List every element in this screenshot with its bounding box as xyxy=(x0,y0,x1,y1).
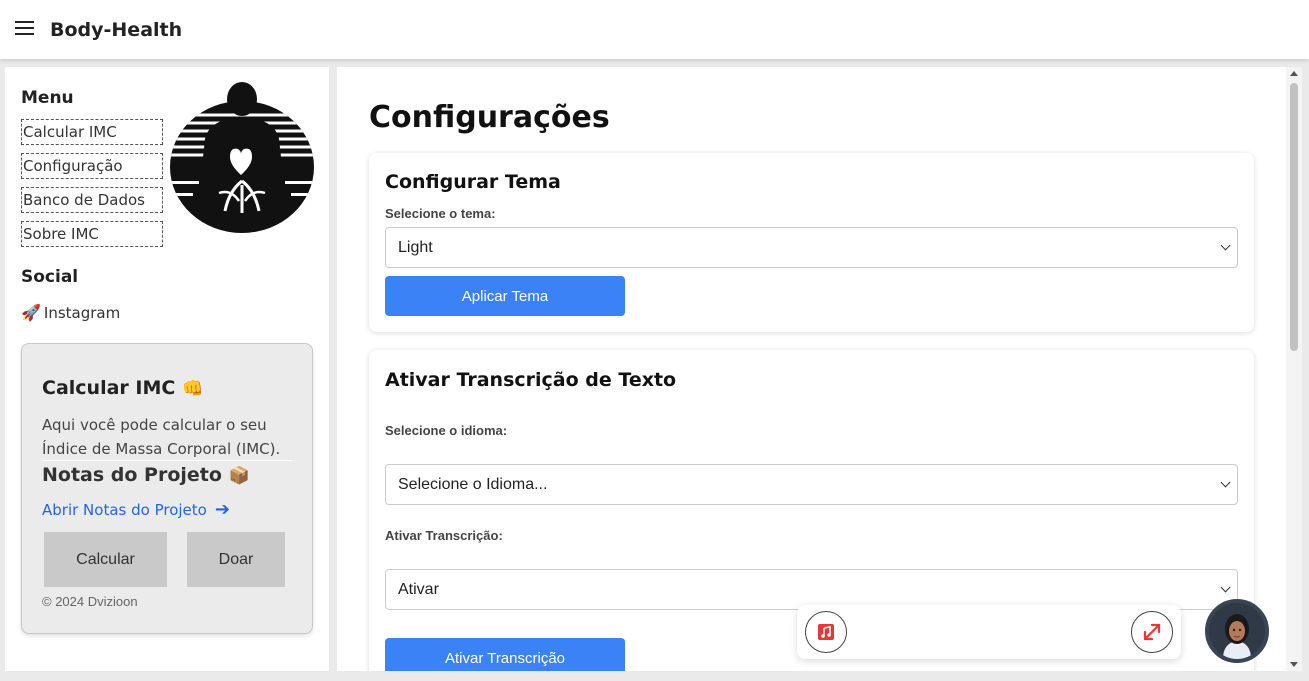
music-button[interactable] xyxy=(805,611,847,653)
open-notes-label: Abrir Notas do Projeto xyxy=(42,500,207,519)
chevron-down-icon xyxy=(1220,477,1231,488)
chevron-down-icon xyxy=(1220,582,1231,593)
main-scrollbar[interactable] xyxy=(1286,67,1302,671)
imc-info-card: Calcular IMC 👊 Aqui você pode calcular o… xyxy=(21,343,313,634)
activate-select-value: Ativar xyxy=(398,581,439,598)
calcular-button[interactable]: Calcular xyxy=(44,532,167,587)
transcription-panel-title: Ativar Transcrição de Texto xyxy=(385,369,677,391)
apply-theme-button[interactable]: Aplicar Tema xyxy=(385,276,625,316)
open-notes-link[interactable]: Abrir Notas do Projeto ➔ xyxy=(42,499,230,520)
scrollbar-thumb[interactable] xyxy=(1290,83,1298,351)
activate-select[interactable]: Ativar xyxy=(385,569,1238,610)
fist-icon: 👊 xyxy=(181,379,204,399)
page-title: Configurações xyxy=(369,100,610,135)
package-icon: 📦 xyxy=(228,466,250,486)
language-select-value: Selecione o Idioma... xyxy=(398,476,548,493)
card-title-text: Calcular IMC xyxy=(42,377,176,399)
sidebar-item-banco-de-dados[interactable]: Banco de Dados xyxy=(21,187,163,213)
theme-select[interactable]: Light xyxy=(385,227,1238,268)
brand-title: Body-Health xyxy=(50,19,183,41)
social-title: Social xyxy=(21,267,79,287)
scroll-up-icon[interactable] xyxy=(1290,71,1298,76)
theme-panel: Configurar Tema Selecione o tema: Light … xyxy=(369,153,1254,332)
floating-toolbar xyxy=(797,605,1181,659)
assistant-avatar-icon[interactable] xyxy=(1205,599,1269,663)
expand-arrows-icon xyxy=(1143,623,1161,641)
arrow-right-icon: ➔ xyxy=(214,499,230,520)
card-divider xyxy=(42,460,292,461)
instagram-link[interactable]: 🚀 Instagram xyxy=(21,303,120,322)
theme-panel-title: Configurar Tema xyxy=(385,171,561,193)
activate-transcription-button[interactable]: Ativar Transcrição xyxy=(385,638,625,671)
language-select[interactable]: Selecione o Idioma... xyxy=(385,464,1238,505)
rocket-icon: 🚀 xyxy=(21,303,41,322)
language-label: Selecione o idioma: xyxy=(385,423,508,438)
copyright: © 2024 Dvizioon xyxy=(42,594,138,609)
notes-title: Notas do Projeto 📦 xyxy=(42,464,250,486)
card-description: Aqui você pode calcular o seu Índice de … xyxy=(42,416,281,458)
hamburger-menu-icon[interactable] xyxy=(15,21,35,37)
card-title: Calcular IMC 👊 xyxy=(42,377,203,399)
sidebar-item-configuracao[interactable]: Configuração xyxy=(21,153,163,179)
body-health-logo xyxy=(170,82,314,233)
top-bar: Body-Health xyxy=(0,0,1309,59)
doar-button[interactable]: Doar xyxy=(187,532,285,587)
theme-select-value: Light xyxy=(398,239,433,256)
theme-label: Selecione o tema: xyxy=(385,206,496,221)
scroll-down-icon[interactable] xyxy=(1290,662,1298,667)
activate-label: Ativar Transcrição: xyxy=(385,528,503,543)
instagram-label: Instagram xyxy=(43,303,121,322)
sidebar-item-sobre-imc[interactable]: Sobre IMC xyxy=(21,221,163,247)
sidebar-item-calcular-imc[interactable]: Calcular IMC xyxy=(21,119,163,145)
chevron-down-icon xyxy=(1220,240,1231,251)
menu-title: Menu xyxy=(21,88,74,108)
music-note-icon xyxy=(818,624,834,640)
notes-title-text: Notas do Projeto xyxy=(42,464,222,486)
expand-button[interactable] xyxy=(1131,611,1173,653)
sidebar: Menu Calcular IMC Configuração Banco de … xyxy=(5,67,329,671)
main-content: Configurações Configurar Tema Selecione … xyxy=(337,67,1302,671)
